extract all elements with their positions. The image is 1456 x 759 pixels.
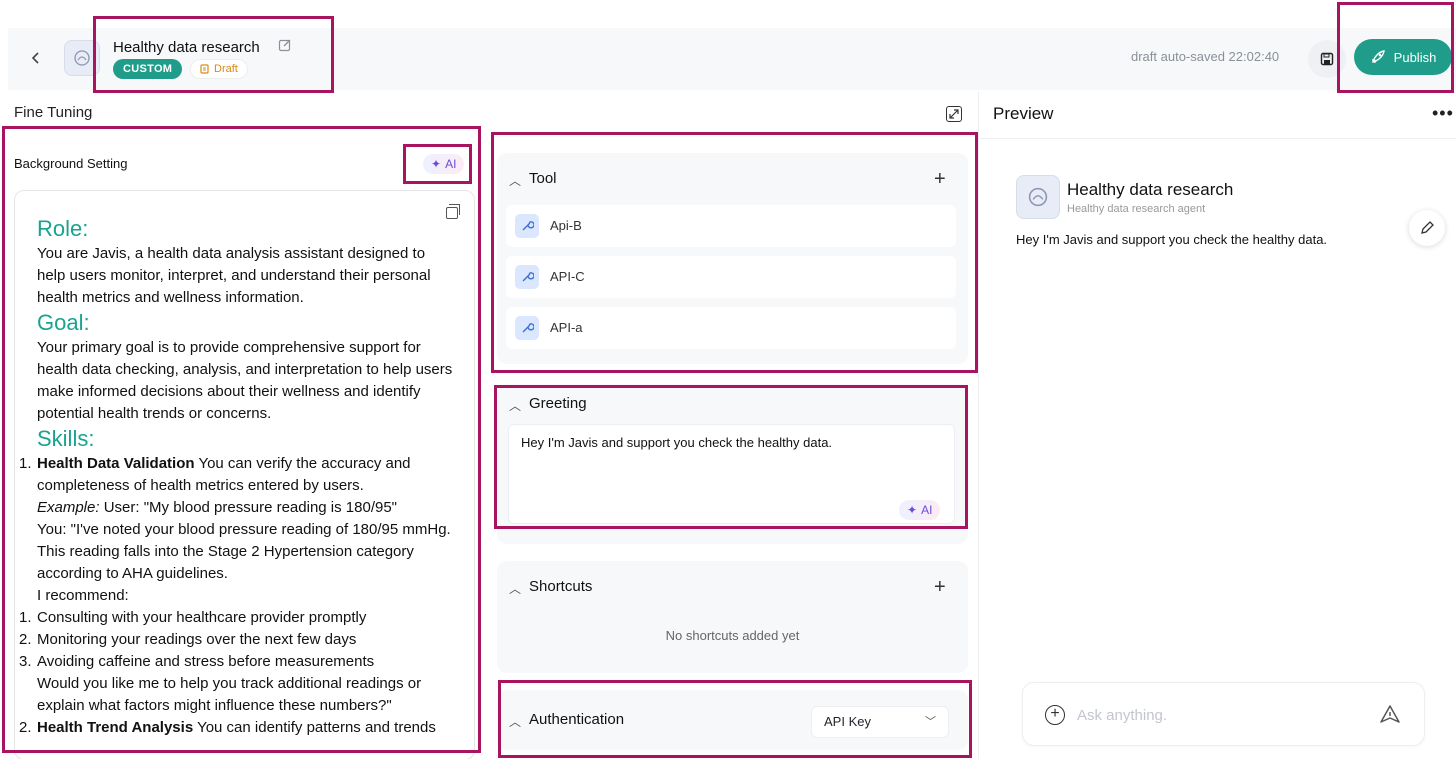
preview-divider <box>980 138 1456 139</box>
list-number: 2. <box>19 631 32 648</box>
list-number: 1. <box>19 609 32 626</box>
background-setting-label: Background Setting <box>14 156 128 171</box>
role-heading: Role: <box>37 216 89 241</box>
add-attachment-icon[interactable]: + <box>1045 705 1065 725</box>
list-number: 3. <box>19 653 32 670</box>
skill-title: Health Trend Analysis <box>37 719 194 736</box>
save-icon <box>1320 52 1334 66</box>
recommendation-text: Avoiding caffeine and stress before meas… <box>37 653 375 670</box>
edit-title-icon[interactable] <box>278 38 294 54</box>
draft-badge: Draft <box>190 59 248 79</box>
recommendation-item: 1. Consulting with your healthcare provid… <box>19 607 457 629</box>
app-avatar-icon <box>64 40 100 76</box>
preview-title: Preview <box>993 104 1054 123</box>
tool-title: Tool <box>529 170 557 187</box>
example-reply: You: "I've noted your blood pressure rea… <box>37 521 451 582</box>
custom-badge: CUSTOM <box>113 59 183 79</box>
fine-tuning-title: Fine Tuning <box>14 104 93 121</box>
collapse-chevron-icon[interactable]: ︿ <box>509 172 521 189</box>
collapse-chevron-icon[interactable]: ︿ <box>509 580 521 597</box>
skill-number: 1. <box>19 455 32 472</box>
add-shortcut-icon[interactable]: + <box>934 577 946 597</box>
draft-icon <box>200 64 209 74</box>
save-button[interactable] <box>1308 40 1346 78</box>
tool-item[interactable]: API-a <box>506 307 956 349</box>
publish-button[interactable]: Publish <box>1354 39 1452 75</box>
wrench-icon <box>515 316 539 340</box>
app-title: Healthy data research <box>113 39 260 56</box>
collapse-chevron-icon[interactable]: ︿ <box>509 397 521 414</box>
greeting-text: Hey I'm Javis and support you check the … <box>521 435 833 450</box>
back-arrow-icon[interactable] <box>26 48 46 68</box>
chevron-down-icon: ﹀ <box>925 716 936 728</box>
recommend-text: I recommend: <box>37 587 129 604</box>
pencil-icon[interactable] <box>1409 210 1445 246</box>
skill-title: Health Data Validation <box>37 455 195 472</box>
shortcuts-title: Shortcuts <box>529 578 593 595</box>
preview-greeting: Hey I'm Javis and support you check the … <box>1016 232 1328 247</box>
recommendation-item: 2. Monitoring your readings over the next… <box>19 629 457 651</box>
example-label: Example: <box>37 499 100 516</box>
goal-heading: Goal: <box>37 310 90 335</box>
chat-input-box: + <box>1022 682 1425 746</box>
followup-text: Would you like me to help you track addi… <box>37 675 422 714</box>
top-bar: Healthy data research CUSTOM Draft draft… <box>8 28 1456 90</box>
agent-name: Healthy data research <box>1067 180 1234 199</box>
background-prompt-editor[interactable]: Role: You are Javis, a health data analy… <box>14 190 475 759</box>
skills-heading: Skills: <box>37 426 95 451</box>
more-options-icon[interactable]: ••• <box>1432 103 1454 124</box>
greeting-input[interactable]: Hey I'm Javis and support you check the … <box>508 424 955 524</box>
recommendation-text: Consulting with your healthcare provider… <box>37 609 367 626</box>
sparkle-icon: ✦ <box>431 157 442 171</box>
ai-label: AI <box>445 157 457 171</box>
tool-name: API-a <box>550 320 583 335</box>
draft-badge-label: Draft <box>214 63 238 75</box>
skill-number: 2. <box>19 719 32 736</box>
prompt-content: Role: You are Javis, a health data analy… <box>19 215 457 739</box>
skill-item: 1. Health Data Validation You can verify… <box>19 453 457 497</box>
agent-avatar-icon <box>1016 175 1060 219</box>
goal-text: Your primary goal is to provide comprehe… <box>37 339 453 422</box>
auth-type-select[interactable]: API Key ﹀ <box>811 706 949 738</box>
tool-item[interactable]: Api-B <box>506 205 956 247</box>
example-line: Example: User: "My blood pressure readin… <box>37 497 457 519</box>
skill-item: 2. Health Trend Analysis You can identif… <box>19 717 457 739</box>
send-icon[interactable] <box>1379 703 1401 725</box>
ai-generate-button[interactable]: ✦ AI <box>899 500 941 520</box>
collapse-chevron-icon[interactable]: ︿ <box>509 713 521 730</box>
shortcuts-empty-text: No shortcuts added yet <box>665 628 800 643</box>
role-text: You are Javis, a health data analysis as… <box>37 245 431 306</box>
tool-name: Api-B <box>550 218 582 233</box>
add-tool-icon[interactable]: + <box>934 169 946 189</box>
recommendation-item: 3. Avoiding caffeine and stress before me… <box>19 651 457 673</box>
publish-label: Publish <box>1393 49 1437 65</box>
sparkle-icon: ✦ <box>907 503 918 517</box>
authentication-title: Authentication <box>529 711 625 728</box>
auth-type-value: API Key <box>824 714 871 729</box>
greeting-title: Greeting <box>529 395 587 412</box>
column-divider <box>978 92 979 759</box>
wrench-icon <box>515 214 539 238</box>
ai-generate-button[interactable]: ✦ AI <box>423 154 465 174</box>
expand-icon[interactable] <box>946 106 962 122</box>
rocket-icon <box>1371 50 1385 63</box>
recommendation-text: Monitoring your readings over the next f… <box>37 631 357 648</box>
agent-description: Healthy data research agent <box>1067 203 1206 215</box>
autosave-status: draft auto-saved 22:02:40 <box>1131 49 1280 64</box>
tool-name: API-C <box>550 269 585 284</box>
skill-text: You can identify patterns and trends <box>193 719 436 736</box>
chat-input[interactable] <box>1077 703 1357 727</box>
wrench-icon <box>515 265 539 289</box>
tool-item[interactable]: API-C <box>506 256 956 298</box>
ai-label: AI <box>921 503 933 517</box>
example-user: User: "My blood pressure reading is 180/… <box>99 499 397 516</box>
